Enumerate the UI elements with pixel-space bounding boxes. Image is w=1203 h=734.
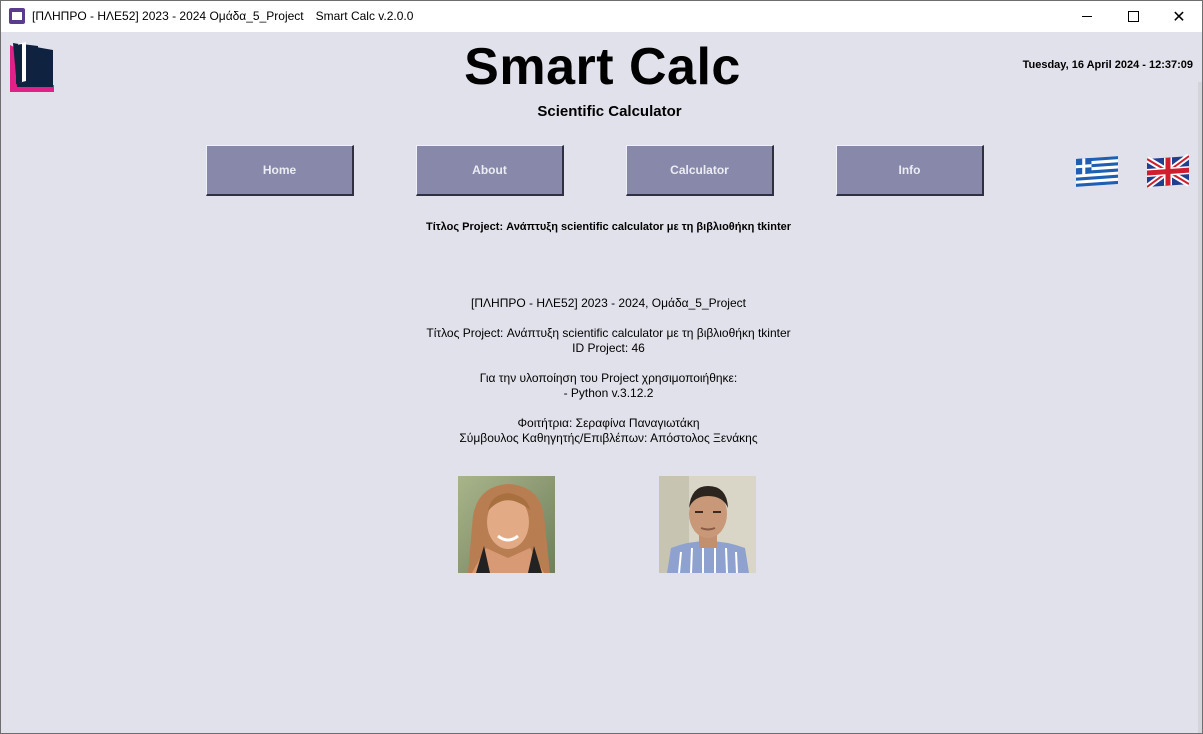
close-button[interactable]: ✕ bbox=[1156, 1, 1202, 32]
home-button[interactable]: Home bbox=[206, 145, 354, 196]
project-title-heading: Τίτλος Project: Ανάπτυξη scientific calc… bbox=[425, 221, 792, 233]
title-bar[interactable]: [ΠΛΗΠΡΟ - ΗΛΕ52] 2023 - 2024 Ομάδα_5_Pro… bbox=[1, 1, 1202, 32]
maximize-button[interactable] bbox=[1110, 1, 1156, 32]
advisor-photo bbox=[659, 476, 756, 573]
main-content: Smart Calc Scientific Calculator Tuesday… bbox=[1, 32, 1202, 733]
window-title-left: [ΠΛΗΠΡΟ - ΗΛΕ52] 2023 - 2024 Ομάδα_5_Pro… bbox=[32, 9, 304, 23]
datetime-display: Tuesday, 16 April 2024 - 12:37:09 bbox=[1022, 59, 1193, 71]
window-title: [ΠΛΗΠΡΟ - ΗΛΕ52] 2023 - 2024 Ομάδα_5_Pro… bbox=[32, 9, 413, 23]
greek-flag-icon[interactable] bbox=[1076, 154, 1118, 188]
info-advisor-line: Σύμβουλος Καθηγητής/Επιβλέπων: Απόστολος… bbox=[459, 431, 758, 445]
info-title-line: Τίτλος Project: Ανάπτυξη scientific calc… bbox=[426, 326, 791, 340]
uk-flag-icon[interactable] bbox=[1147, 154, 1189, 188]
info-id-line: ID Project: 46 bbox=[572, 341, 645, 355]
maximize-icon bbox=[1127, 11, 1139, 22]
app-window: [ΠΛΗΠΡΟ - ΗΛΕ52] 2023 - 2024 Ομάδα_5_Pro… bbox=[0, 0, 1203, 734]
minimize-icon bbox=[1082, 16, 1092, 17]
info-python-line: - Python v.3.12.2 bbox=[563, 386, 654, 400]
app-icon bbox=[9, 8, 25, 24]
info-course-line: [ΠΛΗΠΡΟ - ΗΛΕ52] 2023 - 2024, Ομάδα_5_Pr… bbox=[471, 296, 746, 310]
info-tools-line: Για την υλοποίηση του Project χρησιμοποι… bbox=[479, 371, 738, 385]
window-edge bbox=[1198, 82, 1202, 733]
app-subtitle: Scientific Calculator bbox=[537, 103, 682, 120]
window-title-right: Smart Calc v.2.0.0 bbox=[315, 9, 414, 23]
info-student-line: Φοιτήτρια: Σεραφίνα Παναγιωτάκη bbox=[517, 416, 700, 430]
about-button[interactable]: About bbox=[416, 145, 564, 196]
project-info: [ΠΛΗΠΡΟ - ΗΛΕ52] 2023 - 2024, Ομάδα_5_Pr… bbox=[1, 296, 1202, 446]
student-photo bbox=[458, 476, 555, 573]
minimize-button[interactable] bbox=[1064, 1, 1110, 32]
close-icon: ✕ bbox=[1172, 7, 1186, 26]
info-button[interactable]: Info bbox=[836, 145, 984, 196]
calculator-button[interactable]: Calculator bbox=[626, 145, 774, 196]
